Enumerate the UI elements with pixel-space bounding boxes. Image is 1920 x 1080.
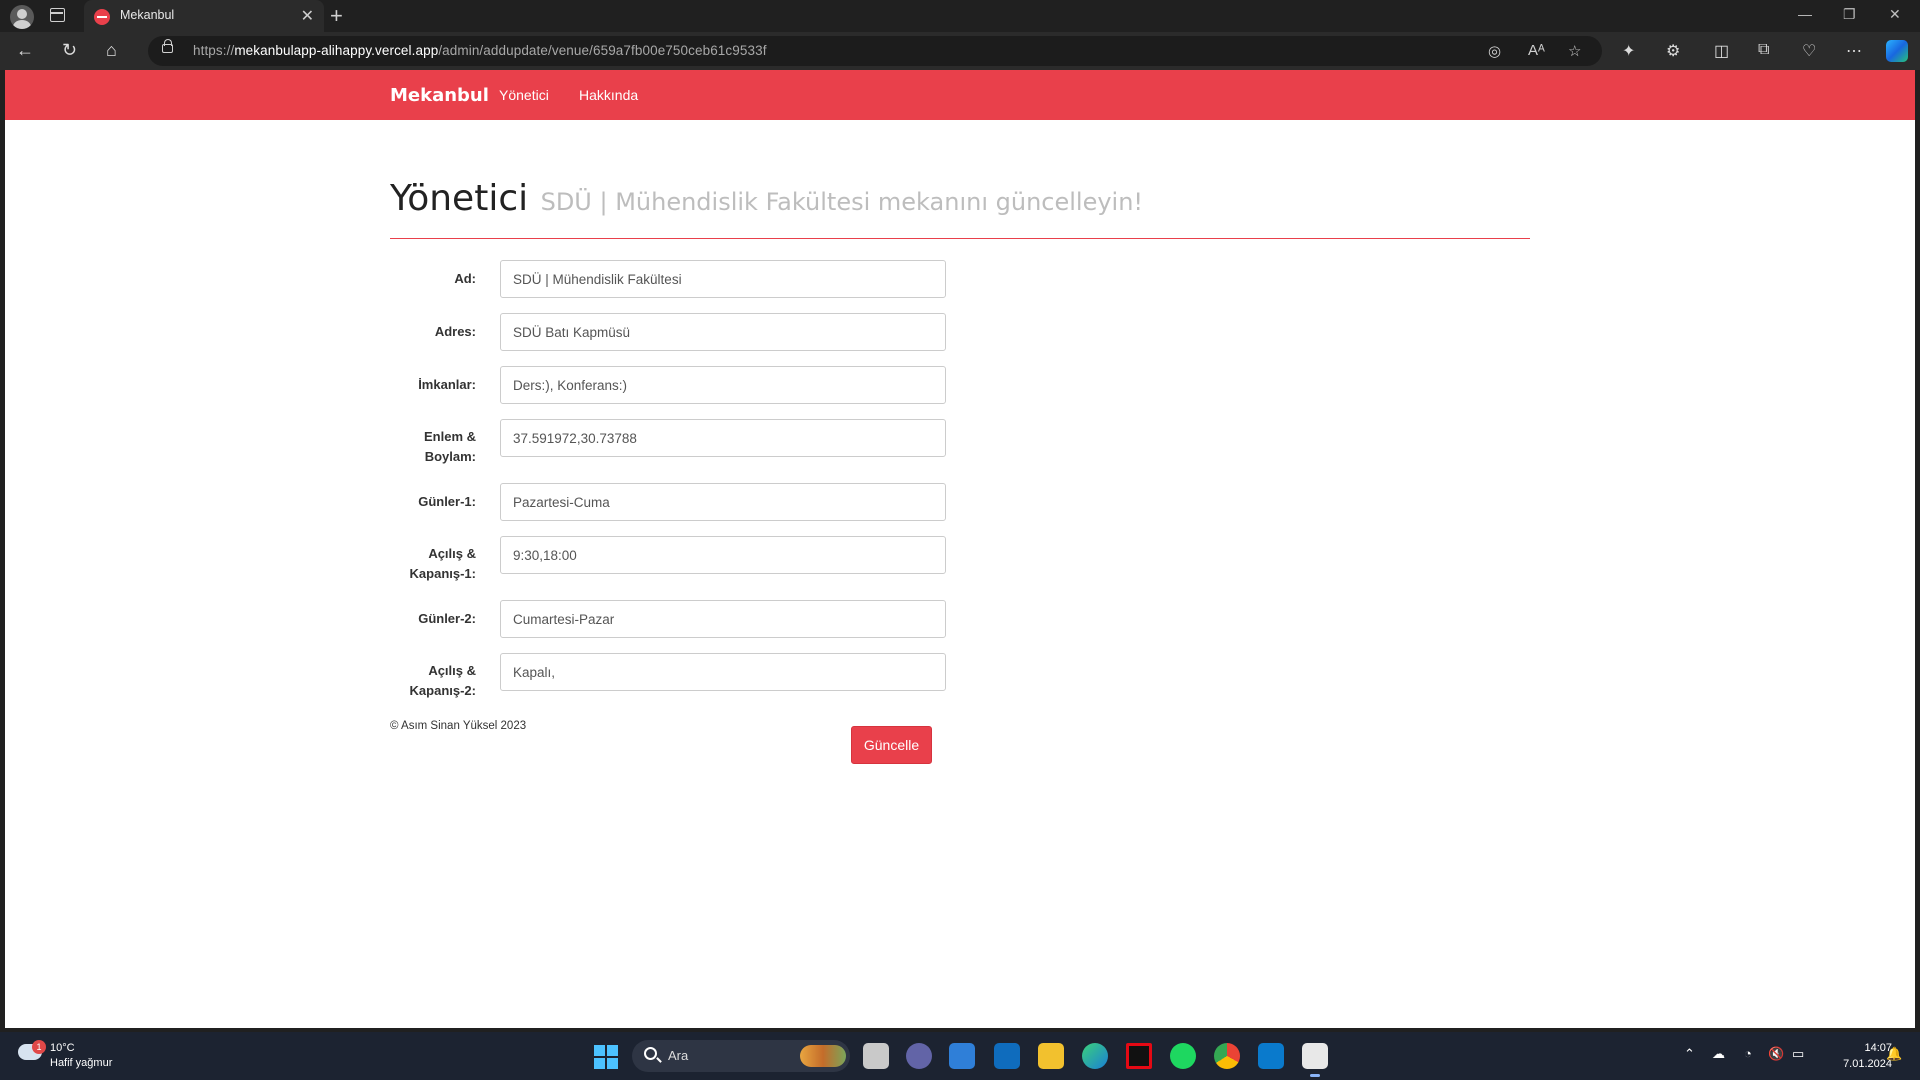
taskbar-search-placeholder: Ara — [668, 1048, 689, 1063]
page-header: Yönetici SDÜ | Mühendislik Fakültesi mek… — [390, 178, 1143, 219]
label-acilis-kapanis-1: Açılış & Kapanış-1: — [390, 544, 476, 584]
header-divider — [390, 238, 1530, 239]
teams-chat-icon[interactable] — [906, 1043, 932, 1069]
copilot-icon[interactable] — [1886, 40, 1908, 62]
file-explorer-icon[interactable] — [1038, 1043, 1064, 1069]
edge-icon[interactable] — [1082, 1043, 1108, 1069]
browser-tab-active[interactable]: Mekanbul ✕ — [84, 0, 324, 32]
page-viewport: Mekanbul Yönetici Hakkında Yönetici SDÜ … — [5, 70, 1915, 1028]
label-acilis-kapanis-2: Açılış & Kapanış-2: — [390, 661, 476, 701]
read-aloud-icon[interactable]: Aᴬ — [1528, 42, 1545, 59]
taskbar-search[interactable]: Ara — [632, 1040, 850, 1072]
window-minimize-button[interactable]: — — [1798, 6, 1812, 22]
windows-taskbar: 1 10°C Hafif yağmur Ara ⌃ ☁ ◔ 🔇 ▭ 14:07 … — [0, 1032, 1920, 1080]
weather-notification-badge: 1 — [32, 1040, 46, 1054]
label-acilis-kapanis-2-line2: Kapanış-2: — [409, 683, 476, 698]
nav-link-yonetici[interactable]: Yönetici — [499, 87, 549, 103]
new-tab-button[interactable]: + — [330, 3, 343, 29]
label-adres: Adres: — [434, 324, 476, 339]
input-enlem-boylam[interactable] — [500, 419, 946, 457]
input-ad[interactable] — [500, 260, 946, 298]
onedrive-cloud-icon[interactable]: ☁ — [1712, 1046, 1725, 1062]
url-text[interactable]: https://mekanbulapp-alihappy.vercel.app/… — [193, 43, 767, 58]
refresh-icon[interactable]: ↻ — [62, 40, 77, 60]
start-windows-icon[interactable] — [594, 1045, 618, 1069]
site-brand-link[interactable]: Mekanbul — [390, 85, 489, 106]
tray-overflow-chevron-icon[interactable]: ⌃ — [1684, 1046, 1695, 1062]
window-close-button[interactable]: ✕ — [1889, 6, 1901, 23]
input-acilis-kapanis-2[interactable] — [500, 653, 946, 691]
browser-toolbar: ← ↻ ⌂ https://mekanbulapp-alihappy.verce… — [0, 32, 1920, 70]
vscode-icon[interactable] — [1258, 1043, 1284, 1069]
home-icon[interactable]: ⌂ — [106, 40, 117, 60]
taskbar-clock-date[interactable]: 7.01.2024 — [1824, 1058, 1892, 1070]
wifi-icon[interactable]: ◔ — [1744, 1046, 1752, 1061]
label-ad: Ad: — [454, 271, 476, 286]
tab-title: Mekanbul — [120, 8, 175, 22]
favorite-star-icon[interactable]: ☆ — [1568, 42, 1581, 60]
chrome-icon[interactable] — [1214, 1043, 1240, 1069]
site-navbar: Mekanbul Yönetici Hakkında — [5, 70, 1915, 120]
collections-icon[interactable]: ⧉ — [1758, 41, 1769, 59]
label-gunler-1: Günler-1: — [418, 494, 476, 509]
extension-badge-icon[interactable]: ✦ — [1622, 41, 1635, 61]
location-pin-icon[interactable]: ◎ — [1488, 42, 1501, 60]
input-adres[interactable] — [500, 313, 946, 351]
volume-muted-icon[interactable]: 🔇 — [1768, 1046, 1784, 1062]
outlook-icon[interactable] — [994, 1043, 1020, 1069]
tab-favicon-icon — [94, 9, 110, 25]
browser-tab-bar: Mekanbul ✕ + — ❐ ✕ — [0, 0, 1920, 32]
lock-icon[interactable] — [162, 39, 173, 53]
label-acilis-kapanis-1-line2: Kapanış-1: — [409, 566, 476, 581]
nav-link-hakkinda[interactable]: Hakkında — [579, 87, 638, 103]
battery-icon[interactable]: ▭ — [1792, 1046, 1804, 1062]
footer-copyright: © Asım Sinan Yüksel 2023 — [390, 720, 527, 732]
profile-avatar[interactable] — [10, 5, 34, 29]
browser-essentials-icon[interactable]: ♡ — [1802, 41, 1816, 61]
search-highlight-icon — [800, 1045, 846, 1067]
tab-close-button[interactable]: ✕ — [301, 6, 314, 26]
input-acilis-kapanis-1[interactable] — [500, 536, 946, 574]
input-gunler-2[interactable] — [500, 600, 946, 638]
label-gunler-2: Günler-2: — [418, 611, 476, 626]
input-gunler-1[interactable] — [500, 483, 946, 521]
label-enlem-boylam: Enlem & Boylam: — [390, 427, 476, 467]
tab-actions-icon[interactable] — [50, 8, 65, 22]
search-icon — [644, 1047, 657, 1060]
extensions-puzzle-icon[interactable]: ⚙ — [1666, 41, 1680, 61]
guncelle-button[interactable]: Güncelle — [851, 726, 932, 764]
page-title: Yönetici — [390, 178, 529, 219]
snipping-tool-icon[interactable] — [1302, 1043, 1328, 1077]
back-arrow-icon[interactable]: ← — [16, 40, 34, 60]
address-bar[interactable]: https://mekanbulapp-alihappy.vercel.app/… — [148, 36, 1602, 66]
split-screen-icon[interactable]: ◫ — [1714, 41, 1729, 61]
label-acilis-kapanis-1-line1: Açılış & — [428, 546, 476, 561]
spotify-icon[interactable] — [1170, 1043, 1196, 1069]
label-enlem-boylam-line2: Boylam: — [424, 449, 476, 464]
more-menu-icon[interactable]: ⋯ — [1846, 41, 1862, 61]
input-imkanlar[interactable] — [500, 366, 946, 404]
netflix-icon[interactable] — [1126, 1043, 1152, 1069]
weather-description: Hafif yağmur — [50, 1057, 113, 1069]
microsoft-store-icon[interactable] — [949, 1043, 975, 1069]
window-restore-button[interactable]: ❐ — [1843, 6, 1856, 23]
task-view-icon[interactable] — [863, 1043, 889, 1069]
label-acilis-kapanis-2-line1: Açılış & — [428, 663, 476, 678]
label-enlem-boylam-line1: Enlem & — [423, 429, 476, 444]
page-subtitle: SDÜ | Mühendislik Fakültesi mekanını gün… — [540, 188, 1144, 216]
notification-bell-icon[interactable]: 🔔 — [1886, 1046, 1902, 1062]
weather-temperature: 10°C — [50, 1042, 75, 1054]
label-imkanlar: İmkanlar: — [418, 377, 476, 392]
